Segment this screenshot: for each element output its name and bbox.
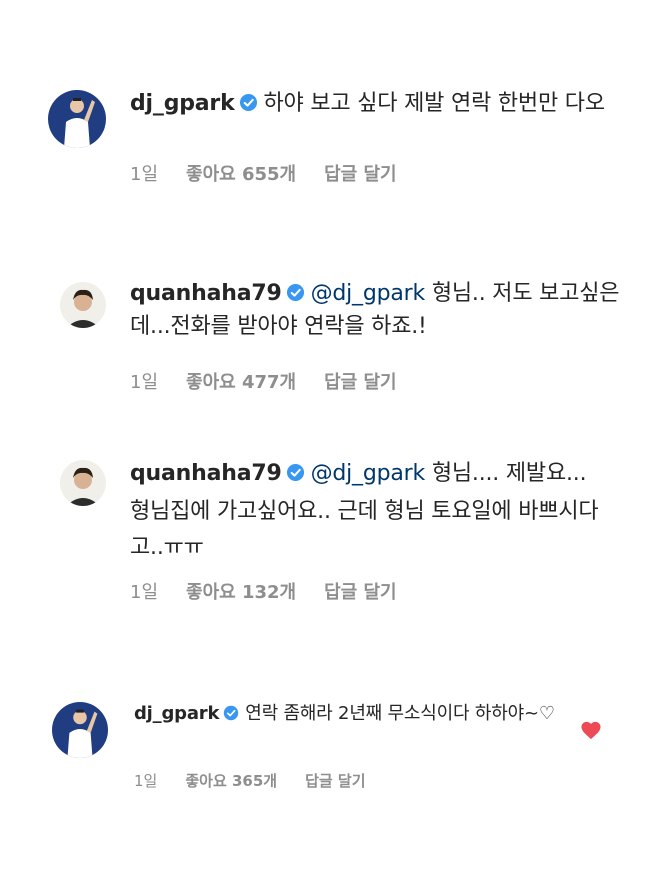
comment-likes[interactable]: 좋아요 365개 xyxy=(185,772,277,790)
reply-button[interactable]: 답글 달기 xyxy=(324,164,397,185)
comment-username[interactable]: quanhaha79 xyxy=(130,461,282,486)
comment-username[interactable]: dj_gpark xyxy=(130,91,235,116)
comment-likes[interactable]: 좋아요 655개 xyxy=(186,164,296,185)
comment-card: quanhaha79 @dj_gpark 형님.. 저도 보고싶은데...전화를 … xyxy=(34,270,634,410)
comment-body: 하야 보고 싶다 제발 연락 한번만 다오 xyxy=(263,91,606,116)
verified-badge-icon xyxy=(286,280,305,311)
comment-text: dj_gpark 연락 좀해라 2년째 무소식이다 하하야~♡ xyxy=(134,700,574,729)
comment-meta: 1일 좋아요 132개 답글 달기 xyxy=(130,578,425,604)
comment-mention[interactable]: @dj_gpark xyxy=(311,461,426,486)
comment-time: 1일 xyxy=(130,372,159,393)
comment-card: dj_gpark 연락 좀해라 2년째 무소식이다 하하야~♡ 1일 좋아요 365… xyxy=(34,690,634,810)
avatar-dj-gpark[interactable] xyxy=(52,702,108,758)
comment-meta: 1일 좋아요 655개 답글 달기 xyxy=(130,160,425,186)
comment-username[interactable]: dj_gpark xyxy=(134,703,219,724)
comment-meta: 1일 좋아요 477개 답글 달기 xyxy=(130,368,425,394)
comment-card: quanhaha79 @dj_gpark 형님.... 제발요... 형님집에 가… xyxy=(34,450,634,630)
comment-meta: 1일 좋아요 365개 답글 달기 xyxy=(134,770,394,791)
comment-text: quanhaha79 @dj_gpark 형님.. 저도 보고싶은데...전화를 … xyxy=(130,278,630,342)
comment-text: quanhaha79 @dj_gpark 형님.... 제발요... 형님집에 가… xyxy=(130,456,610,566)
comment-mention[interactable]: @dj_gpark xyxy=(311,281,426,306)
comment-text: dj_gpark 하야 보고 싶다 제발 연락 한번만 다오 xyxy=(130,88,610,121)
avatar-image xyxy=(60,282,106,328)
comment-card: dj_gpark 하야 보고 싶다 제발 연락 한번만 다오 1일 좋아요 655개… xyxy=(34,78,634,198)
reply-button[interactable]: 답글 달기 xyxy=(324,582,397,603)
comment-username[interactable]: quanhaha79 xyxy=(130,281,282,306)
verified-badge-icon xyxy=(223,702,239,729)
comment-likes[interactable]: 좋아요 132개 xyxy=(186,582,296,603)
heart-icon[interactable] xyxy=(580,720,602,744)
avatar-quanhaha79[interactable] xyxy=(60,460,106,506)
verified-badge-icon xyxy=(286,458,305,494)
comment-time: 1일 xyxy=(130,164,159,185)
verified-badge-icon xyxy=(239,90,258,121)
comment-time: 1일 xyxy=(130,582,159,603)
comment-body: 연락 좀해라 2년째 무소식이다 하하야~♡ xyxy=(245,703,555,724)
avatar-dj-gpark[interactable] xyxy=(48,90,106,148)
comment-likes[interactable]: 좋아요 477개 xyxy=(186,372,296,393)
avatar-image xyxy=(60,460,106,506)
comment-time: 1일 xyxy=(134,772,158,790)
comments-screen: { "comments": [ { "username": "dj_gpark"… xyxy=(0,0,664,882)
reply-button[interactable]: 답글 달기 xyxy=(305,772,365,790)
avatar-quanhaha79[interactable] xyxy=(60,282,106,328)
avatar-image xyxy=(52,702,108,758)
avatar-image xyxy=(48,90,106,148)
reply-button[interactable]: 답글 달기 xyxy=(324,372,397,393)
